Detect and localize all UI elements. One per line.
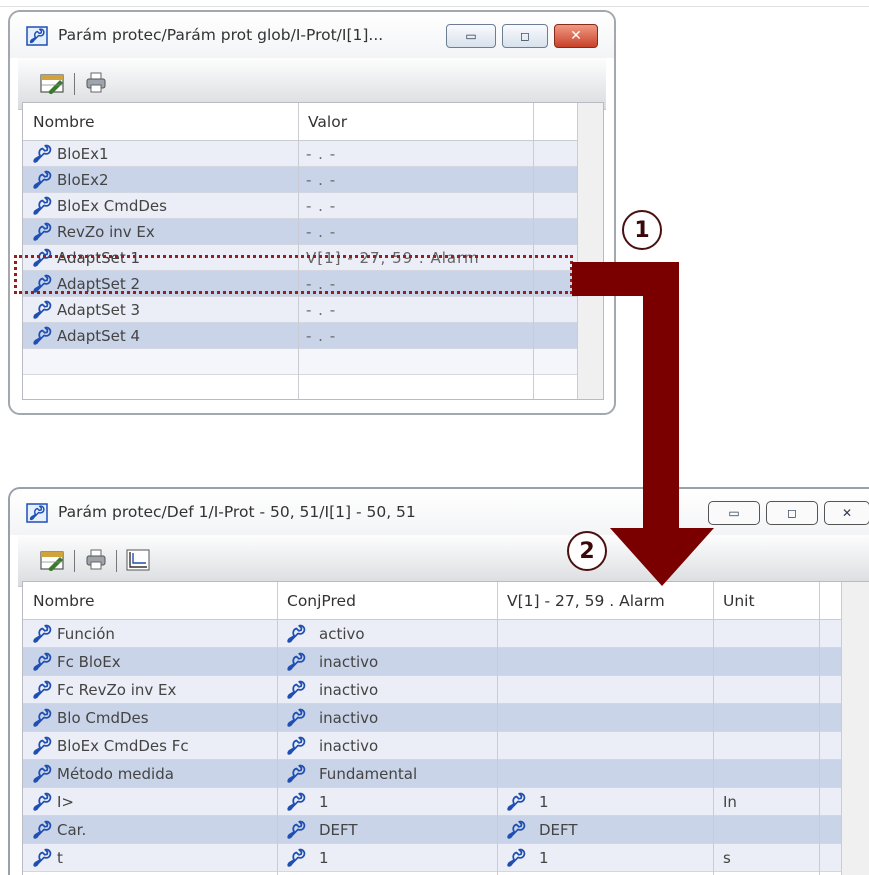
flow-arrow: [572, 262, 714, 586]
step-1-badge: 1: [622, 210, 662, 250]
step-2-badge: 2: [567, 531, 607, 571]
